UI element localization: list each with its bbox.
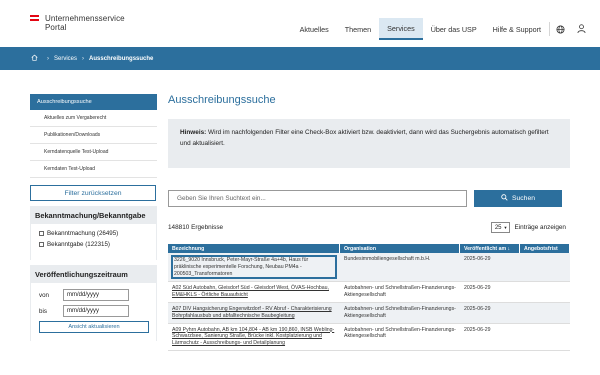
column-organisation[interactable]: Organisation	[340, 244, 460, 253]
row-title-link[interactable]: A02 Süd Autobahn, Gleisdorf Süd - Gleisd…	[168, 282, 340, 302]
row-title-link[interactable]: A07 DIV Hangsicherung Engerwitzdorf - RV…	[168, 303, 340, 323]
search-icon	[501, 194, 508, 203]
results-table: Bezeichnung Organisation Veröffentlicht …	[168, 244, 570, 351]
austria-flag-icon	[30, 15, 39, 22]
sidebar-item-publikationen[interactable]: Publikationen/Downloads	[30, 127, 157, 144]
breadcrumb-separator-icon: ›	[82, 55, 85, 62]
per-page-select[interactable]: 25 ▼	[490, 222, 511, 233]
search-input[interactable]: Geben Sie Ihren Suchtext ein...	[168, 190, 467, 207]
nav-ueber-das-usp[interactable]: Über das USP	[423, 18, 485, 40]
column-veroeffentlicht[interactable]: Veröffentlicht am ↓	[460, 244, 520, 253]
column-angebotsfrist[interactable]: Angebotsfrist	[520, 244, 570, 253]
filter-section-title: Bekanntmachung/Bekanntgabe	[35, 211, 146, 220]
search-button-label: Suchen	[511, 195, 536, 202]
hint-label: Hinweis:	[180, 129, 207, 136]
sidebar: Ausschreibungssuche Aktuelles zum Vergab…	[30, 94, 157, 341]
table-header: Bezeichnung Organisation Veröffentlicht …	[168, 244, 570, 253]
usp-logo[interactable]: Unternehmensservice Portal	[30, 14, 125, 32]
column-bezeichnung[interactable]: Bezeichnung	[168, 244, 340, 253]
sidebar-item-kerndaten[interactable]: Kerndaten Test-Upload	[30, 161, 157, 178]
row-title-link[interactable]: A09 Pyhrn Autobahn, AB km 104,804 - AB k…	[168, 324, 340, 350]
per-page-value: 25	[494, 224, 502, 231]
row-deadline	[520, 282, 570, 302]
row-title-link[interactable]: 3226_9020 Innsbruck, Peter-Mayr-Straße 4…	[171, 254, 337, 280]
row-deadline	[520, 303, 570, 323]
logo-line1: Unternehmensservice	[45, 14, 125, 23]
breadcrumb-current: Ausschreibungssuche	[89, 55, 154, 62]
row-organisation: Autobahnen- und Schnellstraßen-Finanzier…	[344, 285, 456, 299]
apply-view-button[interactable]: Ansicht aktualisieren	[39, 321, 149, 333]
nav-themen[interactable]: Themen	[337, 18, 379, 40]
breadcrumb-services[interactable]: Services	[54, 56, 77, 62]
nav-aktuelles[interactable]: Aktuelles	[292, 18, 337, 40]
table-row[interactable]: A02 Süd Autobahn, Gleisdorf Süd - Gleisd…	[168, 282, 570, 303]
hint-text: Wird im nachfolgenden Filter eine Check-…	[180, 129, 549, 147]
breadcrumb-separator-icon: ›	[47, 55, 49, 62]
row-organisation: Bundesimmobiliengesellschaft m.b.H.	[344, 256, 431, 262]
to-label: bis	[39, 307, 47, 315]
checkbox-icon[interactable]	[39, 242, 44, 247]
main-content: Ausschreibungssuche Hinweis: Wird im nac…	[168, 94, 570, 351]
filter-zeitraum: Veröffentlichungszeitraum von mm/dd/yyyy…	[30, 265, 157, 341]
language-icon[interactable]	[550, 18, 571, 40]
home-icon[interactable]	[31, 54, 38, 63]
checkbox-label: Bekanntmachung (26495)	[47, 230, 119, 237]
row-deadline	[520, 324, 570, 350]
to-date-input[interactable]: mm/dd/yyyy	[63, 305, 129, 317]
checkbox-label: Bekanntgabe (122315)	[47, 241, 110, 248]
row-deadline	[520, 253, 570, 281]
sidebar-item-kerndatenquelle[interactable]: Kerndatenquelle Test-Upload	[30, 144, 157, 161]
row-date: 2025-06-29	[464, 256, 491, 262]
filter-section-title: Veröffentlichungszeitraum	[35, 270, 128, 279]
per-page-label: Einträge anzeigen	[514, 224, 566, 231]
row-date: 2025-06-29	[464, 305, 491, 312]
chevron-down-icon: ▼	[503, 225, 508, 230]
top-header: Unternehmensservice Portal Aktuelles The…	[0, 0, 600, 47]
results-row: 148810 Ergebnisse 25 ▼ Einträge anzeigen	[168, 222, 570, 234]
row-date: 2025-06-29	[464, 285, 491, 292]
sidebar-item-ausschreibungssuche[interactable]: Ausschreibungssuche	[30, 94, 157, 110]
table-row[interactable]: A07 DIV Hangsicherung Engerwitzdorf - RV…	[168, 302, 570, 324]
results-count: 148810 Ergebnisse	[168, 224, 224, 231]
checkbox-bekanntmachung[interactable]: Bekanntmachung (26495)	[39, 230, 148, 237]
search-row: Geben Sie Ihren Suchtext ein... Suchen	[168, 190, 570, 207]
filter-bekanntmachung: Bekanntmachung/Bekanntgabe Bekanntmachun…	[30, 206, 157, 260]
reset-filter-button[interactable]: Filter zurücksetzen	[30, 185, 156, 201]
nav-services[interactable]: Services	[379, 18, 423, 40]
hint-box: Hinweis: Wird im nachfolgenden Filter ei…	[168, 119, 570, 168]
main-nav: Aktuelles Themen Services Über das USP H…	[292, 18, 600, 40]
row-date: 2025-06-29	[464, 326, 491, 333]
user-icon[interactable]	[571, 18, 600, 40]
from-date-input[interactable]: mm/dd/yyyy	[63, 289, 129, 301]
table-row[interactable]: A09 Pyhrn Autobahn, AB km 104,804 - AB k…	[168, 324, 570, 351]
nav-hilfe-support[interactable]: Hilfe & Support	[485, 18, 549, 40]
page-title: Ausschreibungssuche	[168, 94, 276, 106]
from-label: von	[39, 291, 49, 299]
table-row[interactable]: 3226_9020 Innsbruck, Peter-Mayr-Straße 4…	[168, 253, 570, 283]
search-button[interactable]: Suchen	[474, 190, 562, 207]
sidebar-item-vergaberecht[interactable]: Aktuelles zum Vergaberecht	[30, 110, 157, 127]
row-organisation: Autobahnen- und Schnellstraßen-Finanzier…	[344, 326, 456, 340]
per-page-control: 25 ▼ Einträge anzeigen	[490, 222, 566, 233]
checkbox-bekanntgabe[interactable]: Bekanntgabe (122315)	[39, 241, 148, 248]
logo-line2: Portal	[45, 23, 67, 32]
breadcrumb: › Services › Ausschreibungssuche	[0, 47, 600, 70]
checkbox-icon[interactable]	[39, 231, 44, 236]
row-organisation: Autobahnen- und Schnellstraßen-Finanzier…	[344, 305, 456, 319]
